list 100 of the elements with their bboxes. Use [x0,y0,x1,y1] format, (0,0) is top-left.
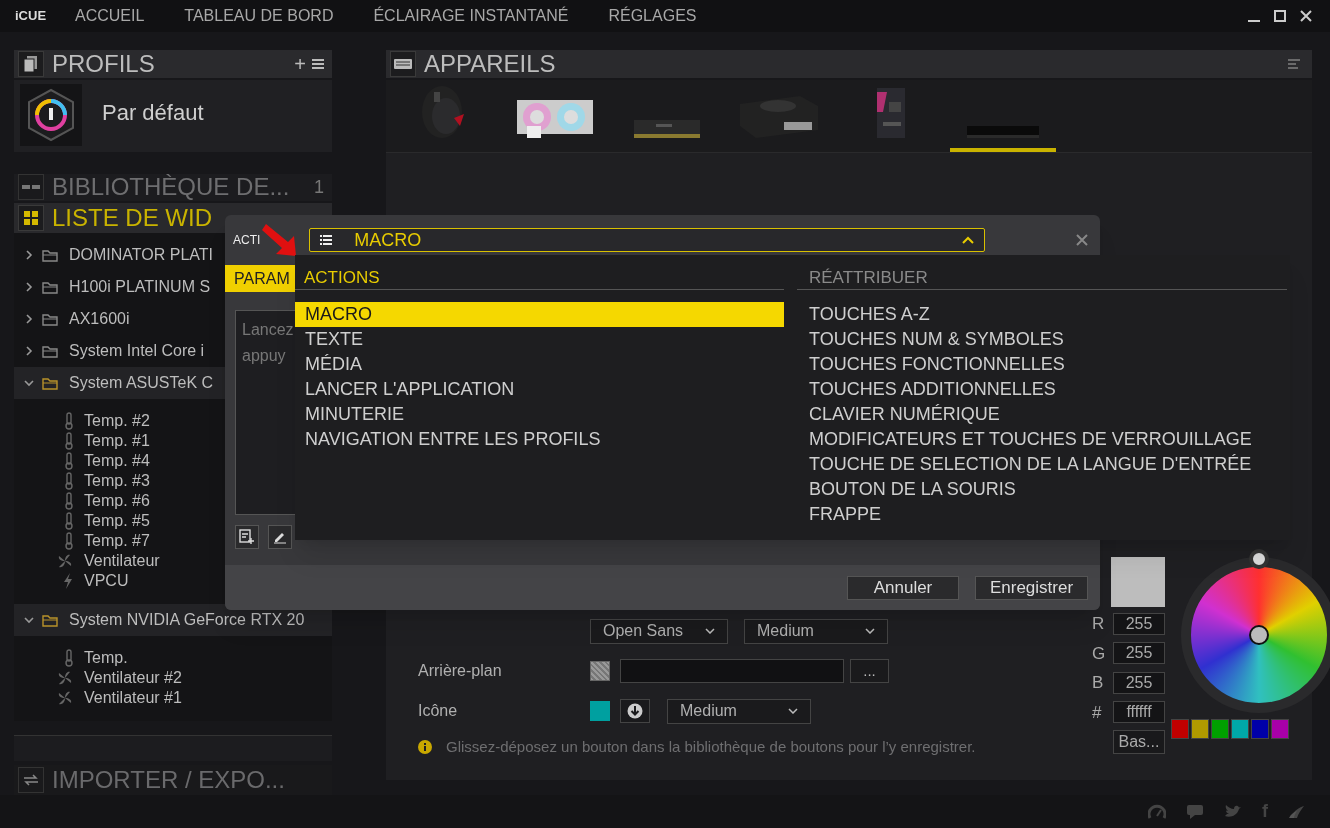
lightning-icon [62,572,74,591]
nav-tab[interactable]: ÉCLAIRAGE INSTANTANÉ [373,4,569,28]
dialog-title: ACTI [233,232,261,249]
chevron-down-icon[interactable] [24,615,34,626]
download-icon [627,703,643,719]
close-icon[interactable] [1300,10,1312,22]
chevron-right-icon[interactable] [24,282,34,293]
color-swatch[interactable] [1251,719,1269,739]
dropdown-select[interactable]: Medium [667,698,811,724]
cancel-button[interactable]: Annuler [847,575,959,600]
color-swatch[interactable] [1171,719,1189,739]
thermometer-icon [64,452,74,471]
folder-label: System Intel Core i [69,341,205,362]
list-icon [320,235,333,245]
panel-title: PROFILS [52,51,155,76]
chevron-down-icon[interactable] [24,378,34,389]
menu-item[interactable]: BOUTON DE LA SOURIS [797,477,1287,502]
panel-title: BIBLIOTHÈQUE DE... [52,175,290,200]
action-select[interactable]: MACRO [309,228,986,252]
thermometer-icon [64,532,74,551]
channel-label: B [1092,672,1105,694]
basic-button[interactable]: Bas... [1113,730,1165,754]
chevron-down-icon [788,708,798,714]
maximize-icon[interactable] [1274,10,1286,22]
thermometer-icon [64,512,74,531]
add-list-icon [239,529,255,545]
dropdown-select[interactable]: Medium [744,618,888,644]
folder-icon [42,280,58,294]
grid-icon [18,205,44,232]
channel-label: G [1092,642,1107,665]
channel-label: # [1092,701,1103,724]
library-count: 1 [314,175,324,199]
menu-item[interactable]: CLAVIER NUMÉRIQUE [797,402,1287,427]
profile-item[interactable]: Par défaut [14,79,332,152]
chevron-down-icon [705,628,715,634]
chevron-up-icon [962,236,975,244]
input-field[interactable] [620,659,844,683]
more-button[interactable]: ... [850,659,889,683]
dropdown-select[interactable]: Open Sans [590,618,728,644]
folder-icon [42,344,58,358]
chevron-down-icon [865,628,875,634]
nav-tab[interactable]: TABLEAU DE BORD [184,4,334,28]
folder-label: System NVIDIA GeForce RTX 20 [69,610,305,631]
input-field[interactable]: ffffff [1113,701,1165,724]
app-logo: iCUE [15,7,48,26]
panel-title: LISTE DE WID [52,206,213,231]
chevron-right-icon[interactable] [24,250,34,261]
color-swatch[interactable] [590,701,610,721]
folder-label: System ASUSTeK C [69,373,214,394]
color-swatch[interactable] [1231,719,1249,739]
panel-title: IMPORTER / EXPO... [52,768,285,793]
channel-label: R [1092,613,1106,635]
param-tab[interactable]: PARAM [225,265,295,292]
menu-item[interactable]: MODIFICATEURS ET TOUCHES DE VERROUILLAGE [797,427,1287,452]
hue-handle[interactable] [1249,549,1269,569]
folder-icon [42,248,58,262]
folder-label: H100i PLATINUM S [69,277,211,298]
folder-icon [42,613,58,627]
group-heading: ACTIONS [295,265,784,290]
menu-item[interactable]: TOUCHE DE SELECTION DE LA LANGUE D'ENTRÉE [797,452,1287,477]
menu-item[interactable]: FRAPPE [797,502,1287,527]
save-button[interactable]: Enregistrer [975,575,1088,600]
chevron-right-icon[interactable] [24,314,34,325]
nav-tab[interactable]: ACCUEIL [75,4,145,28]
color-preview [1111,557,1165,607]
add-profile-button[interactable]: + [294,53,306,74]
field-label: Icône [418,701,459,721]
group-heading: RÉATTRIBUER [797,265,1287,290]
menu-item[interactable]: TOUCHES NUM & SYMBOLES [797,327,1287,352]
thermometer-icon [64,432,74,451]
download-button[interactable] [620,699,650,723]
menu-icon[interactable] [312,58,324,69]
thermometer-icon [64,472,74,491]
menu-item[interactable]: TOUCHES FONCTIONNELLES [797,352,1287,377]
add-button[interactable] [235,525,259,549]
color-swatch[interactable] [590,661,610,681]
tree-folder[interactable]: System NVIDIA GeForce RTX 20 [14,604,332,637]
folder-icon [42,376,58,390]
menu-item[interactable]: TOUCHES ADDITIONNELLES [797,377,1287,402]
sails-icon[interactable] [1288,803,1306,820]
nav-tab[interactable]: RÉGLAGES [608,4,697,28]
profile-name: Par défaut [102,98,204,127]
color-swatch[interactable] [1271,719,1289,739]
input-field[interactable]: 255 [1113,671,1165,694]
thermometer-icon [64,649,74,668]
edit-button[interactable] [268,525,292,549]
input-field[interactable]: 255 [1113,612,1165,635]
pages-icon [18,50,44,77]
folder-label: AX1600i [69,309,130,330]
field-label: Arrière-plan [418,661,503,681]
color-swatch[interactable] [1211,719,1229,739]
panel-title: APPAREILS [424,52,556,76]
input-field[interactable]: 255 [1113,642,1165,665]
folder-icon [42,312,58,326]
info-icon [418,739,432,754]
menu-item[interactable]: TOUCHES A-Z [797,302,1287,327]
info-text: Glissez-déposez un bouton dans la bibliothèque de boutons pour l’y enregistrer. [446,736,976,757]
color-swatch[interactable] [1191,719,1209,739]
chevron-right-icon[interactable] [24,346,34,357]
menu-item[interactable]: MACRO [295,302,784,327]
